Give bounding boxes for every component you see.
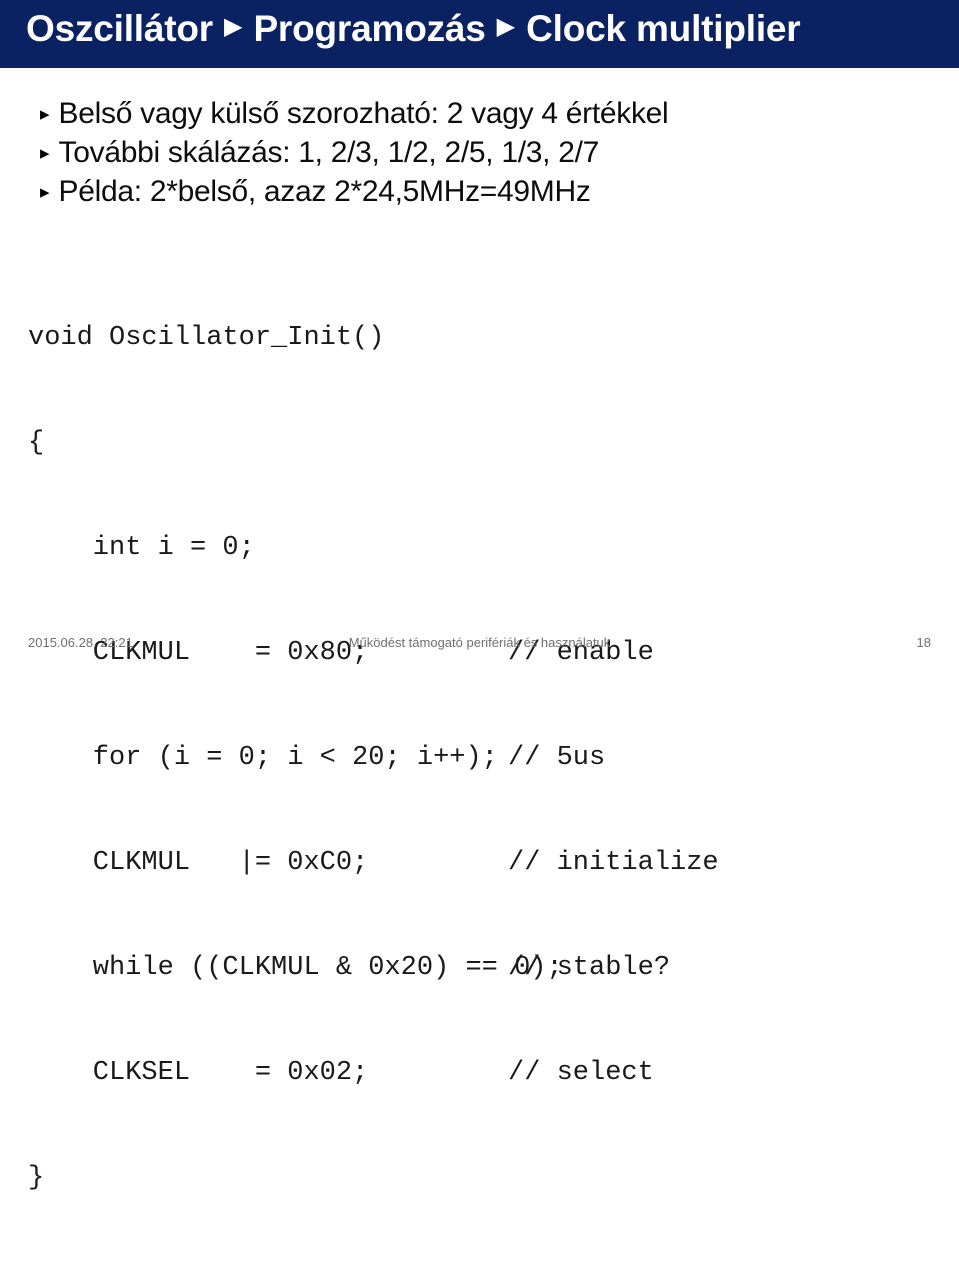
list-item: ▸ További skálázás: 1, 2/3, 1/2, 2/5, 1/… — [40, 134, 940, 171]
triangle-bullet-icon: ▸ — [40, 182, 50, 203]
code-line-source: } — [28, 1163, 45, 1193]
bullet-list: ▸ Belső vagy külső szorozható: 2 vagy 4 … — [40, 95, 940, 212]
list-item-label: További skálázás: 1, 2/3, 1/2, 2/5, 1/3,… — [58, 136, 600, 169]
code-line: int i = 0; — [28, 531, 719, 566]
list-item-label: Belső vagy külső szorozható: 2 vagy 4 ér… — [58, 97, 669, 130]
code-line-source: { — [28, 428, 45, 458]
code-line-source: void Oscillator_Init() — [28, 323, 385, 353]
list-item: ▸ Példa: 2*belső, azaz 2*24,5MHz=49MHz — [40, 173, 940, 210]
slide-header-band: Oszcillátor ▶ Programozás ▶ Clock multip… — [0, 0, 959, 68]
code-line: CLKMUL |= 0xC0; // initialize — [28, 846, 719, 881]
code-line-comment: // initialize — [508, 848, 719, 878]
code-line-comment: // stable? — [508, 953, 671, 983]
code-line-source: for (i = 0; i < 20; i++); — [28, 743, 498, 773]
slide-body: ▸ Belső vagy külső szorozható: 2 vagy 4 … — [0, 68, 959, 1193]
code-line-comment: // 5us — [508, 743, 606, 773]
code-line: } — [28, 1161, 719, 1196]
breadcrumb-item-programozas: Programozás — [253, 7, 486, 49]
list-item-label: Példa: 2*belső, azaz 2*24,5MHz=49MHz — [58, 175, 591, 208]
code-line: { — [28, 426, 719, 461]
breadcrumb: Oszcillátor ▶ Programozás ▶ Clock multip… — [26, 0, 801, 56]
list-item: ▸ Belső vagy külső szorozható: 2 vagy 4 … — [40, 95, 940, 132]
code-line: CLKSEL = 0x02; // select — [28, 1056, 719, 1091]
code-line-source: CLKMUL |= 0xC0; — [28, 848, 369, 878]
triangle-bullet-icon: ▸ — [40, 143, 50, 164]
triangle-bullet-icon: ▸ — [40, 104, 50, 125]
code-line: void Oscillator_Init() — [28, 321, 719, 356]
footer-page-number: 18 — [916, 635, 931, 650]
code-line-source: int i = 0; — [28, 533, 255, 563]
code-line-source: CLKSEL = 0x02; — [28, 1058, 369, 1088]
code-line-comment: // select — [508, 1058, 654, 1088]
footer-subject-title: Működést támogató perifériák és használa… — [348, 635, 611, 650]
chevron-right-icon: ▶ — [223, 13, 243, 40]
breadcrumb-item-clock-multiplier: Clock multiplier — [526, 7, 801, 49]
slide-footer: 2015.06.28. 22:21 Működést támogató peri… — [0, 629, 959, 663]
chevron-right-icon: ▶ — [496, 13, 516, 40]
breadcrumb-item-oszcillator: Oszcillátor — [26, 7, 213, 49]
code-line: while ((CLKMUL & 0x20) == 0); // stable? — [28, 951, 719, 986]
code-line-source: while ((CLKMUL & 0x20) == 0); — [28, 953, 563, 983]
code-block: void Oscillator_Init() { int i = 0; CLKM… — [28, 251, 719, 1266]
code-line: for (i = 0; i < 20; i++); // 5us — [28, 741, 719, 776]
